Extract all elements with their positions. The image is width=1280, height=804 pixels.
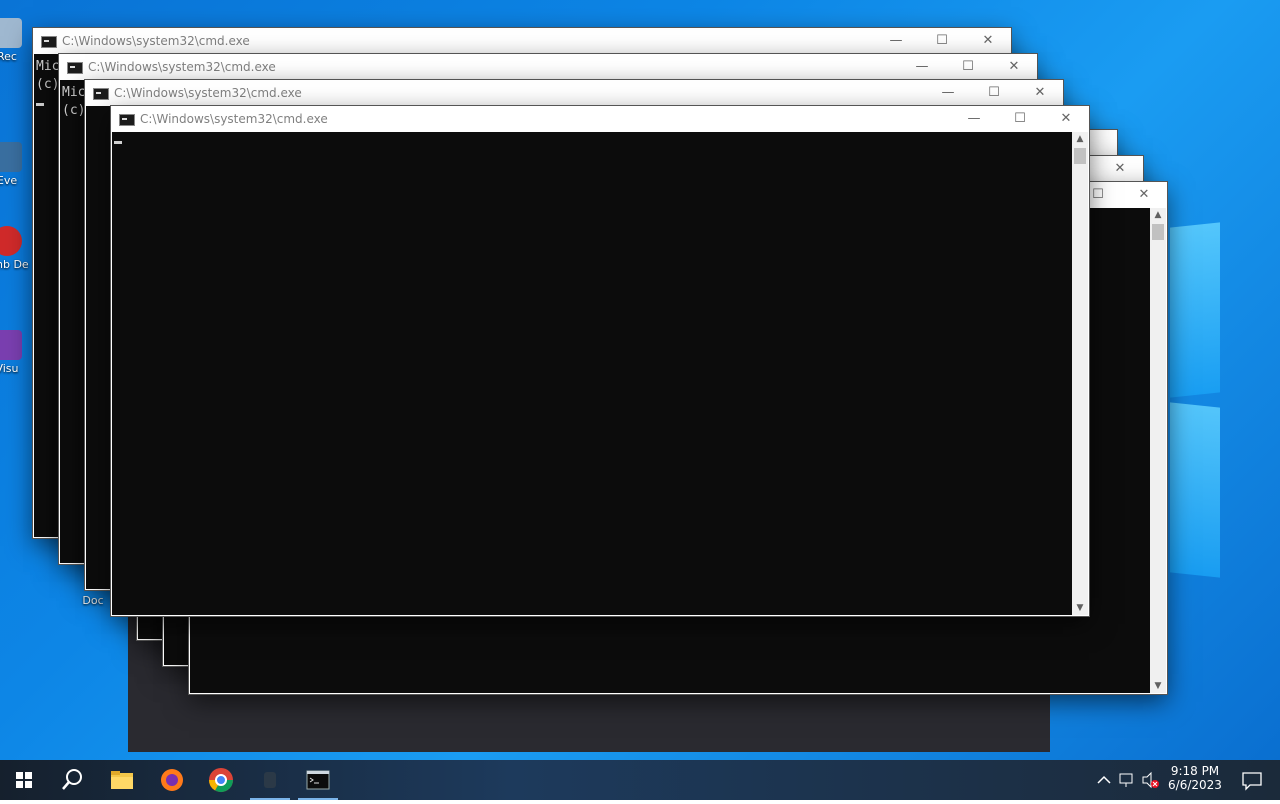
window-title: C:\Windows\system32\cmd.exe bbox=[88, 60, 276, 74]
minimize-button[interactable]: — bbox=[925, 80, 971, 106]
close-button[interactable]: ✕ bbox=[1017, 80, 1063, 106]
scroll-up-icon[interactable]: ▲ bbox=[1072, 132, 1088, 146]
cmd-icon bbox=[41, 36, 57, 48]
visual-studio-icon bbox=[0, 330, 22, 360]
cmd-icon bbox=[67, 62, 83, 74]
cmd-icon bbox=[93, 88, 109, 100]
clock-time: 9:18 PM bbox=[1170, 764, 1220, 778]
close-button[interactable]: ✕ bbox=[1097, 156, 1143, 182]
titlebar: C:\Windows\system32\cmd.exe bbox=[33, 28, 1011, 54]
scroll-thumb[interactable] bbox=[1152, 224, 1164, 240]
cmd-icon bbox=[306, 770, 330, 790]
close-button[interactable]: ✕ bbox=[965, 28, 1011, 54]
shortcut-icon bbox=[0, 142, 22, 172]
close-button[interactable]: ✕ bbox=[1043, 106, 1089, 132]
network-status[interactable] bbox=[1116, 760, 1138, 800]
cmd-window-active[interactable]: C:\Windows\system32\cmd.exe — ☐ ✕ ▲ ▼ bbox=[111, 106, 1089, 616]
maximize-button[interactable]: ☐ bbox=[971, 80, 1017, 106]
chevron-up-icon bbox=[1097, 775, 1111, 784]
maximize-button[interactable]: ☐ bbox=[945, 54, 991, 80]
window-title: C:\Windows\system32\cmd.exe bbox=[62, 34, 250, 48]
search-icon bbox=[62, 769, 82, 790]
taskbar: 9:18 PM 6/6/2023 bbox=[0, 760, 1280, 800]
show-hidden-icons[interactable] bbox=[1094, 760, 1114, 800]
desktop: Rec Eve Emb De Visu Doc ✕ ☐ ✕ ▲ ▼ bbox=[0, 0, 1280, 760]
scroll-down-icon[interactable]: ▼ bbox=[1150, 679, 1166, 693]
taskbar-chrome[interactable] bbox=[197, 760, 245, 800]
titlebar: C:\Windows\system32\cmd.exe bbox=[59, 54, 1037, 80]
firefox-icon bbox=[161, 769, 183, 791]
scroll-thumb[interactable] bbox=[1074, 148, 1086, 164]
scroll-up-icon[interactable]: ▲ bbox=[1150, 208, 1166, 222]
titlebar: C:\Windows\system32\cmd.exe bbox=[111, 106, 1089, 132]
minimize-button[interactable]: — bbox=[899, 54, 945, 80]
minimize-button[interactable]: — bbox=[951, 106, 997, 132]
window-title: C:\Windows\system32\cmd.exe bbox=[114, 86, 302, 100]
taskbar-file-explorer[interactable] bbox=[98, 760, 146, 800]
search-button[interactable] bbox=[48, 760, 96, 800]
notification-icon bbox=[1242, 772, 1262, 791]
network-icon bbox=[1119, 773, 1133, 787]
app-icon bbox=[264, 772, 276, 788]
volume-muted-icon bbox=[1142, 771, 1159, 789]
cmd-icon bbox=[119, 114, 135, 126]
start-button[interactable] bbox=[0, 760, 48, 800]
taskbar-firefox[interactable] bbox=[148, 760, 196, 800]
clock[interactable]: 9:18 PM 6/6/2023 bbox=[1166, 760, 1224, 800]
notifications-button[interactable] bbox=[1232, 760, 1272, 800]
close-button[interactable]: ✕ bbox=[991, 54, 1037, 80]
windows-logo-pane bbox=[1170, 222, 1220, 398]
chrome-icon bbox=[209, 768, 233, 793]
taskbar-command-prompt[interactable] bbox=[294, 760, 342, 800]
scroll-down-icon[interactable]: ▼ bbox=[1072, 601, 1088, 615]
maximize-button[interactable]: ☐ bbox=[997, 106, 1043, 132]
taskbar-app[interactable] bbox=[246, 760, 294, 800]
scrollbar[interactable]: ▲ ▼ bbox=[1150, 208, 1166, 693]
console-area[interactable] bbox=[112, 132, 1072, 615]
app-icon bbox=[0, 226, 22, 256]
minimize-button[interactable]: — bbox=[873, 28, 919, 54]
folder-icon bbox=[111, 771, 133, 789]
windows-start-icon bbox=[16, 772, 32, 788]
clock-date: 6/6/2023 bbox=[1168, 778, 1222, 792]
volume-status[interactable] bbox=[1140, 760, 1162, 800]
text-cursor bbox=[36, 103, 44, 106]
maximize-button[interactable]: ☐ bbox=[919, 28, 965, 54]
scrollbar[interactable]: ▲ ▼ bbox=[1072, 132, 1088, 615]
windows-logo-pane bbox=[1170, 402, 1220, 578]
window-title: C:\Windows\system32\cmd.exe bbox=[140, 112, 328, 126]
close-button[interactable]: ✕ bbox=[1121, 182, 1167, 208]
text-cursor bbox=[114, 141, 122, 144]
recycle-bin-icon bbox=[0, 18, 22, 48]
titlebar: C:\Windows\system32\cmd.exe bbox=[85, 80, 1063, 106]
